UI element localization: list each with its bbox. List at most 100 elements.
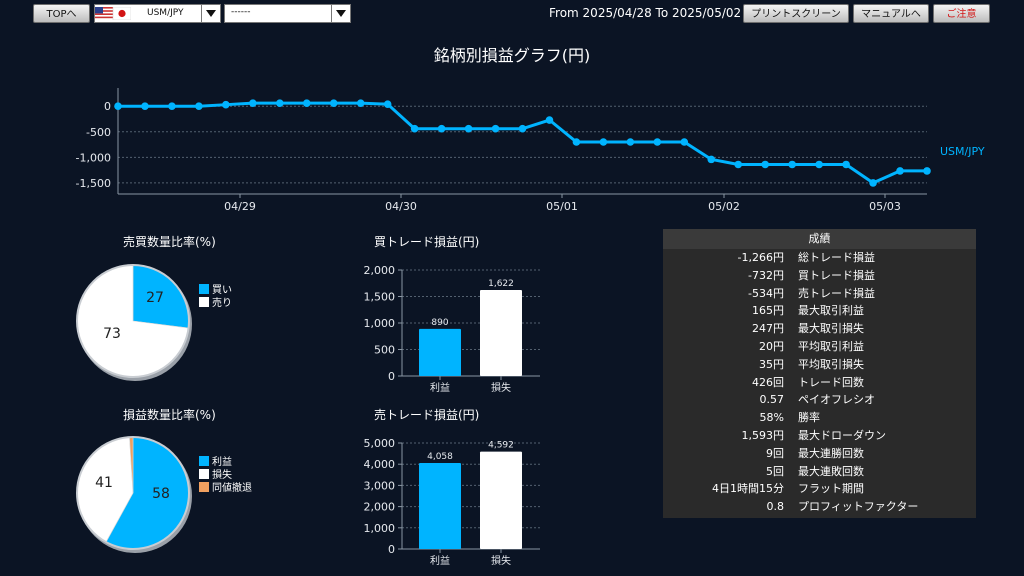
stats-row: 58% 勝率 xyxy=(663,409,976,427)
chevron-down-icon[interactable] xyxy=(331,5,350,22)
series-line xyxy=(118,101,927,185)
stats-label: プロフィットファクター xyxy=(798,500,919,514)
x-tick-label: 05/01 xyxy=(546,200,578,213)
legend-label: 買い xyxy=(212,284,232,296)
stats-value: 247円 xyxy=(752,322,784,336)
date-range: From 2025/04/28 To 2025/05/02 xyxy=(549,6,742,20)
profit-loss-line-chart: 0 -500 -1,000 -1,500 04/29 04/30 05/01 05/02 05/… xyxy=(76,88,985,213)
stats-value: 0.8 xyxy=(766,500,785,514)
stats-value: 165円 xyxy=(752,304,784,318)
stats-row: 35円 平均取引損失 xyxy=(663,356,976,374)
stats-label: 最大取引利益 xyxy=(798,304,864,318)
buy-trade-pl-bar-chart: 2,000 1,500 1,000 500 0 890 利益 1,622 損失 xyxy=(364,264,540,394)
stats-list: -1,266円 総トレード損益 -732円 買トレード損益 -534円 売トレード損益 16… xyxy=(663,249,976,516)
stats-row: -732円 買トレード損益 xyxy=(663,267,976,285)
y-tick-label: -1,000 xyxy=(76,151,111,164)
y-tick-label: 0 xyxy=(388,370,395,383)
bar xyxy=(480,451,522,549)
data-point xyxy=(707,155,716,164)
pie-value-label: 41 xyxy=(95,475,113,491)
data-point xyxy=(410,124,419,133)
manual-button[interactable]: マニュアルへ xyxy=(853,4,929,23)
chevron-down-icon[interactable] xyxy=(201,5,220,22)
data-point xyxy=(141,102,149,111)
stats-header: 成績 xyxy=(663,229,976,249)
y-tick-label: 2,000 xyxy=(364,501,396,514)
stats-value: 58% xyxy=(759,411,784,425)
data-point xyxy=(195,102,203,111)
stats-row: 247円 最大取引損失 xyxy=(663,320,976,338)
data-point xyxy=(249,99,257,107)
stats-value: 426回 xyxy=(752,375,784,389)
stats-value: 35円 xyxy=(759,357,784,371)
stats-row: 426回 トレード回数 xyxy=(663,374,976,392)
pie-value-label: 27 xyxy=(146,290,164,306)
data-point xyxy=(761,160,769,169)
y-tick-label: 500 xyxy=(374,344,395,357)
y-tick-label: 5,000 xyxy=(364,437,396,450)
x-tick-label: 04/30 xyxy=(385,200,417,213)
data-point xyxy=(383,100,392,108)
flag-icon xyxy=(95,7,131,20)
stats-row: 1,593円 最大ドローダウン xyxy=(663,427,976,445)
legend-swatch xyxy=(199,297,209,307)
page-title: 銘柄別損益グラフ(円) xyxy=(433,46,591,65)
y-tick-label: 1,000 xyxy=(364,317,396,330)
data-point xyxy=(356,99,365,107)
stats-row: 0.8 プロフィットファクター xyxy=(663,498,976,516)
legend-label: 同値撤退 xyxy=(212,481,252,494)
data-point xyxy=(518,124,527,133)
print-screen-button[interactable]: プリントスクリーン xyxy=(743,4,849,23)
legend-swatch xyxy=(199,284,209,294)
sell-trade-pl-bar-chart: 5,000 4,000 3,000 2,000 1,000 0 4,058 利益 4,592 損失 xyxy=(364,437,540,567)
stats-label: 平均取引損失 xyxy=(798,357,864,371)
y-tick-label: 0 xyxy=(388,543,395,556)
stats-row: -1,266円 総トレード損益 xyxy=(663,249,976,267)
profit-loss-ratio-pie: 58411利益損失同値撤退 xyxy=(76,436,252,553)
bar-value-label: 4,058 xyxy=(427,452,453,462)
data-point xyxy=(329,99,338,107)
stats-value: -534円 xyxy=(748,286,784,300)
legend-swatch xyxy=(199,456,209,466)
stats-row: 0.57 ペイオフレシオ xyxy=(663,391,976,409)
bar-value-label: 1,622 xyxy=(488,279,514,289)
secondary-select-value: ------ xyxy=(231,7,251,17)
data-point xyxy=(437,124,446,133)
data-point xyxy=(572,138,581,146)
stats-value: 0.57 xyxy=(759,393,785,407)
x-tick-label: 利益 xyxy=(430,554,450,567)
stats-row: 9回 最大連勝回数 xyxy=(663,445,976,463)
data-point xyxy=(464,124,473,133)
y-tick-label: 4,000 xyxy=(364,458,396,471)
data-point xyxy=(896,167,904,175)
stats-label: 買トレード損益 xyxy=(798,268,875,282)
stats-value: 1,593円 xyxy=(741,428,785,442)
data-point xyxy=(222,100,230,109)
x-tick-label: 05/02 xyxy=(708,200,740,213)
y-tick-label: -500 xyxy=(86,126,111,139)
y-tick-label: 0 xyxy=(104,100,111,113)
data-point xyxy=(491,124,500,133)
legend-swatch xyxy=(199,482,209,492)
performance-stats-panel: 成績 -1,266円 総トレード損益 -732円 買トレード損益 -534円 売トレード損… xyxy=(663,229,976,518)
data-point xyxy=(545,116,554,124)
data-point xyxy=(869,179,877,187)
top-button[interactable]: TOPへ xyxy=(33,4,90,23)
bar-value-label: 890 xyxy=(431,318,448,328)
notice-button[interactable]: ご注意 xyxy=(933,4,990,23)
y-tick-label: 1,000 xyxy=(364,522,396,535)
stats-label: トレード回数 xyxy=(798,375,864,389)
stats-label: 勝率 xyxy=(798,411,820,425)
data-point xyxy=(168,102,176,111)
stats-label: 最大取引損失 xyxy=(798,322,864,336)
stats-value: -732円 xyxy=(748,268,784,282)
y-tick-label: 1,500 xyxy=(364,291,396,304)
secondary-select[interactable]: ------ xyxy=(224,4,351,23)
stats-label: 最大連勝回数 xyxy=(798,446,864,460)
data-point xyxy=(114,102,122,111)
stats-value: 20円 xyxy=(759,339,784,353)
profit-loss-ratio-title: 損益数量比率(%) xyxy=(123,408,216,422)
stats-row: 20円 平均取引利益 xyxy=(663,338,976,356)
currency-pair-select[interactable]: USM/JPY xyxy=(94,4,221,23)
stats-value: 9回 xyxy=(766,446,784,460)
